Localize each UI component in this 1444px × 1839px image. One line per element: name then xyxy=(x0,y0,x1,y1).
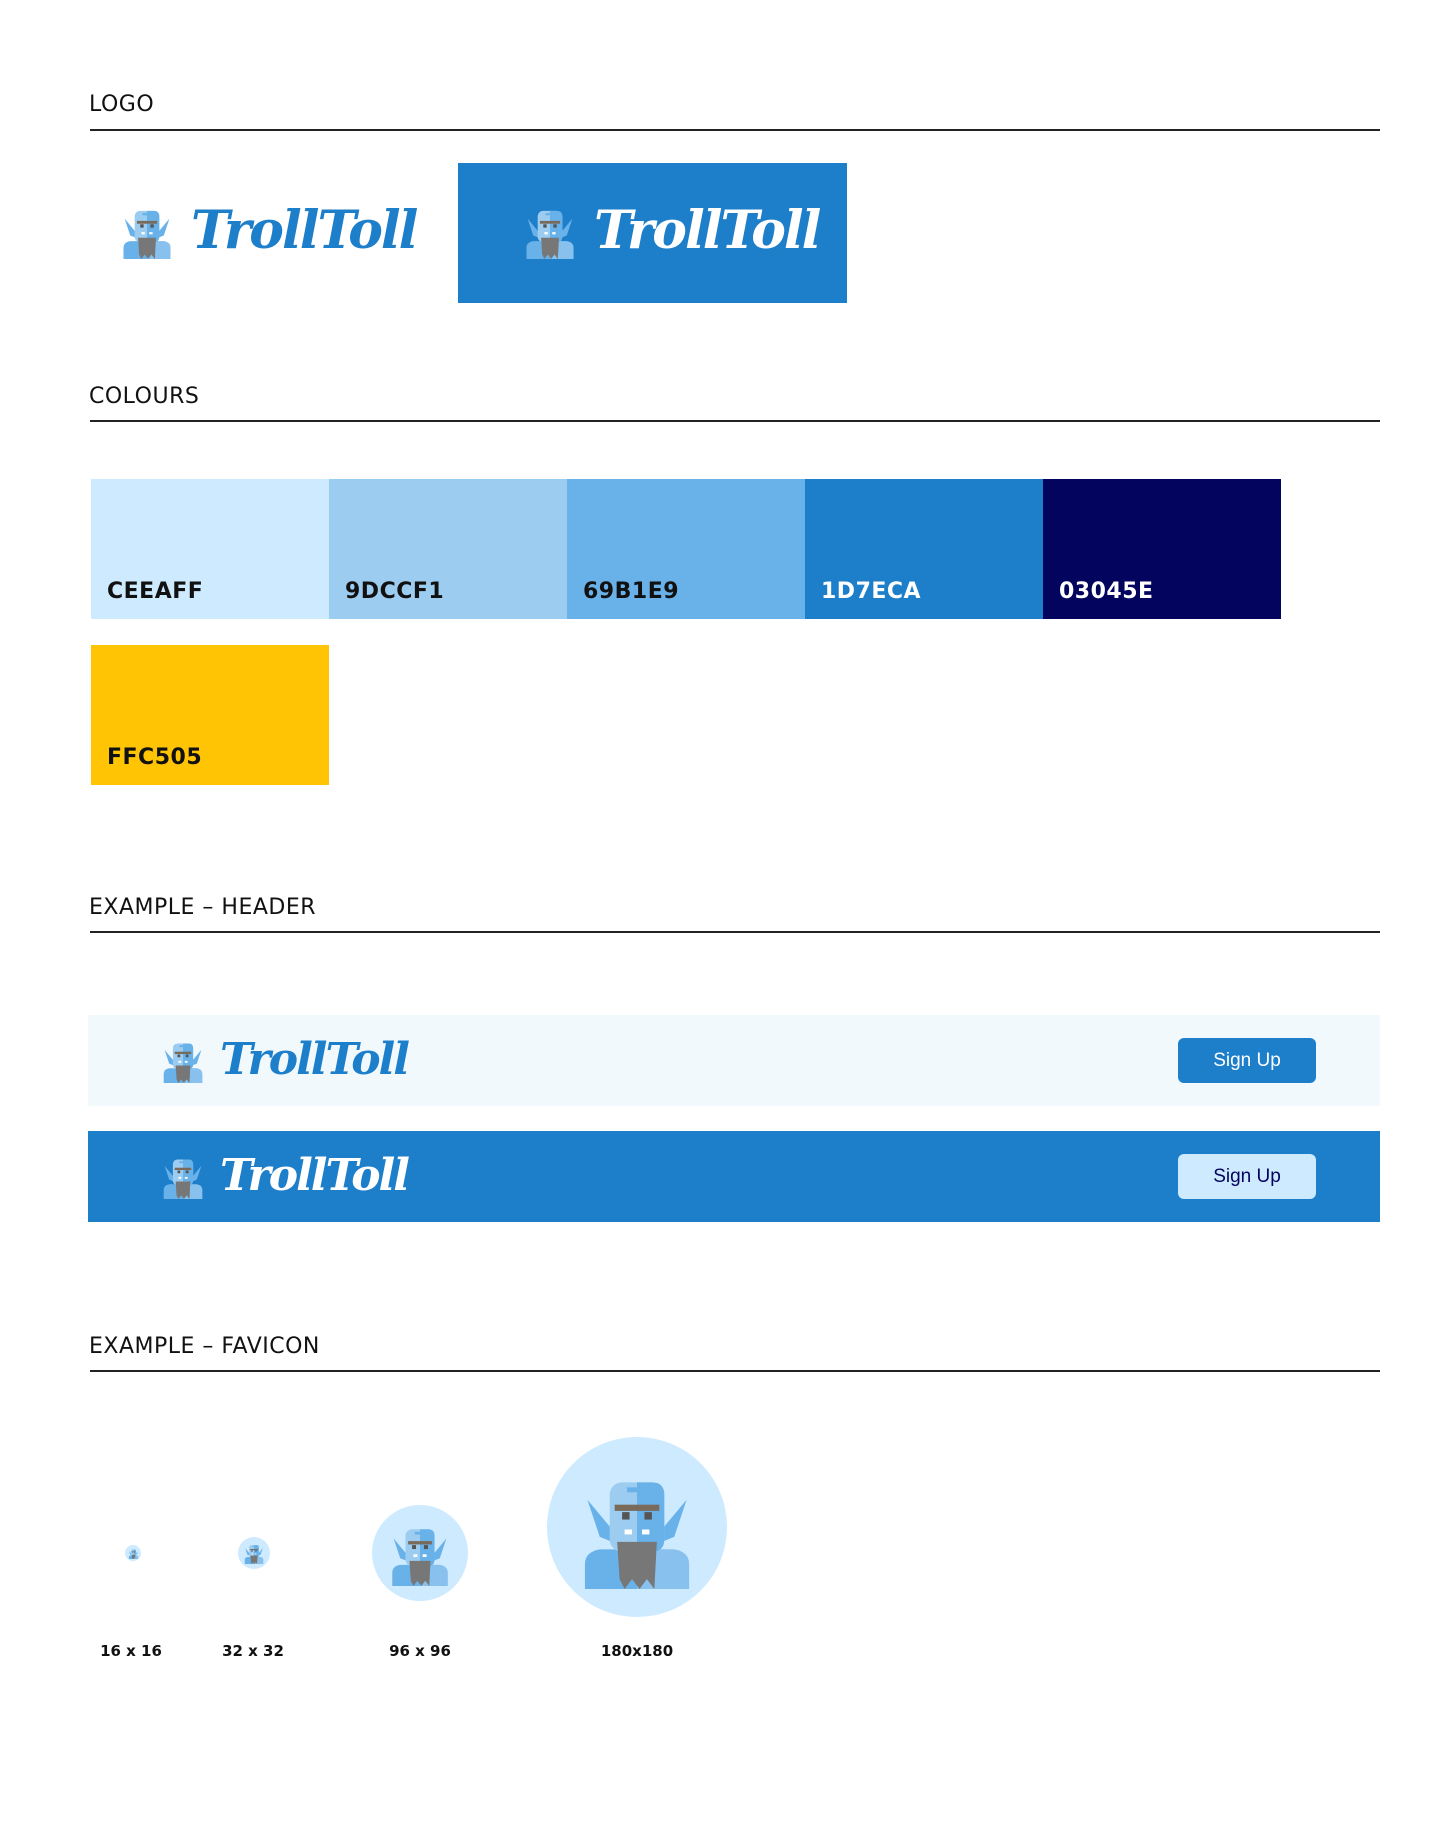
header-example-blue: TrollToll Sign Up xyxy=(88,1131,1380,1222)
colour-swatch: 1D7ECA xyxy=(805,479,1043,619)
header-logo[interactable]: TrollToll xyxy=(160,1150,410,1201)
section-divider xyxy=(90,931,1380,933)
section-divider xyxy=(90,420,1380,422)
troll-icon xyxy=(160,1037,206,1083)
colour-hex-label: 69B1E9 xyxy=(583,579,680,604)
logo-wordmark: TrollToll xyxy=(594,200,821,261)
troll-icon xyxy=(387,1520,453,1586)
sign-up-button[interactable]: Sign Up xyxy=(1178,1038,1316,1083)
colour-hex-label: CEEAFF xyxy=(107,579,204,604)
logo-wordmark: TrollToll xyxy=(220,1150,410,1201)
troll-icon xyxy=(119,203,175,259)
troll-icon xyxy=(243,1542,265,1564)
logo-on-blue: TrollToll xyxy=(522,200,821,261)
header-example-light: TrollToll Sign Up xyxy=(88,1015,1380,1106)
favicon-32 xyxy=(238,1537,270,1569)
colour-swatch: 9DCCF1 xyxy=(329,479,567,619)
section-divider xyxy=(90,1370,1380,1372)
sign-up-button[interactable]: Sign Up xyxy=(1178,1154,1316,1199)
colour-hex-label: 03045E xyxy=(1059,579,1154,604)
favicon-96 xyxy=(372,1505,468,1601)
logo-panel-blue: TrollToll xyxy=(458,163,847,303)
troll-icon xyxy=(128,1548,139,1559)
header-logo[interactable]: TrollToll xyxy=(160,1034,410,1085)
colour-swatch: 69B1E9 xyxy=(567,479,805,619)
colour-swatch: 03045E xyxy=(1043,479,1281,619)
section-title-favicon-example: EXAMPLE – FAVICON xyxy=(89,1334,320,1359)
favicon-180 xyxy=(547,1437,727,1617)
colour-swatch: FFC505 xyxy=(91,645,329,785)
section-divider xyxy=(90,129,1380,131)
favicon-16 xyxy=(125,1545,141,1561)
logo-wordmark: TrollToll xyxy=(191,200,418,261)
section-title-colours: COLOURS xyxy=(89,384,200,409)
colour-swatch: CEEAFF xyxy=(91,479,329,619)
section-title-logo: LOGO xyxy=(89,92,155,117)
colour-hex-label: FFC505 xyxy=(107,745,203,770)
favicon-size-label: 96 x 96 xyxy=(389,1642,451,1660)
troll-icon xyxy=(160,1153,206,1199)
troll-icon xyxy=(575,1465,699,1589)
logo-wordmark: TrollToll xyxy=(220,1034,410,1085)
section-title-header-example: EXAMPLE – HEADER xyxy=(89,895,317,920)
favicon-size-label: 32 x 32 xyxy=(222,1642,284,1660)
favicon-size-label: 16 x 16 xyxy=(100,1642,162,1660)
favicon-size-label: 180x180 xyxy=(600,1642,674,1660)
colour-hex-label: 1D7ECA xyxy=(821,579,922,604)
troll-icon xyxy=(522,203,578,259)
colour-hex-label: 9DCCF1 xyxy=(345,579,445,604)
logo-on-white: TrollToll xyxy=(119,200,418,261)
